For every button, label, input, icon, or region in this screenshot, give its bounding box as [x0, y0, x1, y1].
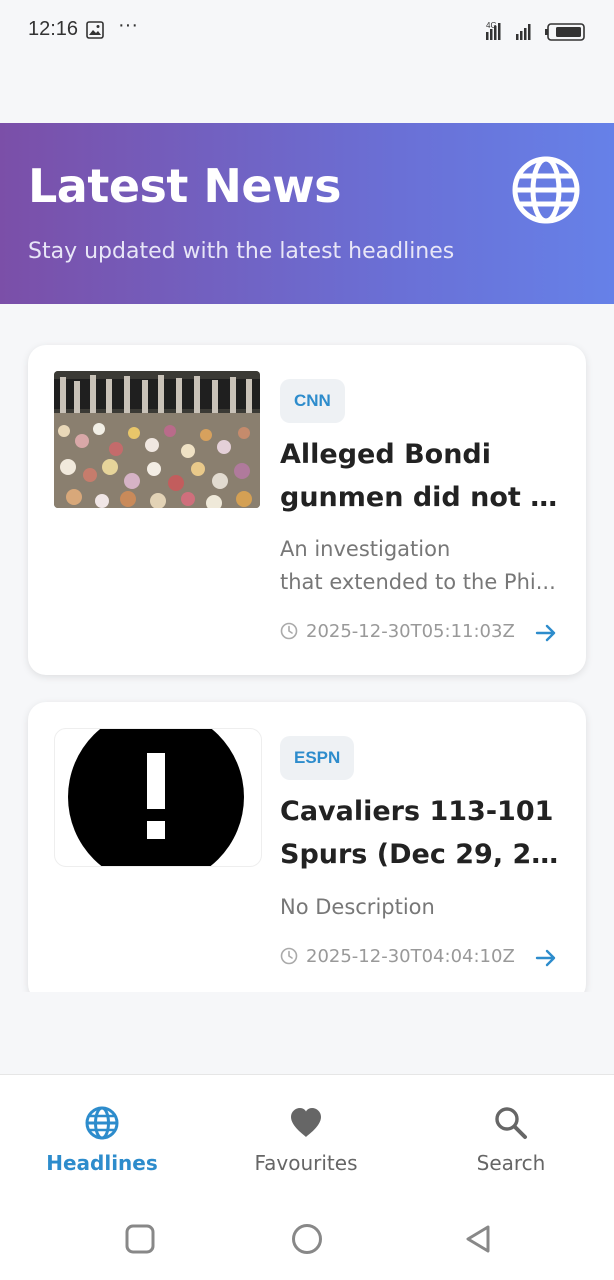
article-title-line: Spurs (Dec 29, 202...	[280, 839, 560, 870]
article-title-line: gunmen did not tr...	[280, 482, 560, 513]
heart-icon	[291, 1108, 321, 1137]
arrow-right-icon[interactable]	[534, 946, 558, 970]
system-navigation-bar	[0, 1198, 614, 1280]
article-title[interactable]: Alleged Bondi gunmen did not tr...	[280, 433, 560, 519]
recent-apps-icon[interactable]	[124, 1223, 156, 1255]
list-bottom-area	[0, 992, 614, 1074]
home-icon[interactable]	[291, 1223, 323, 1255]
back-icon[interactable]	[462, 1223, 494, 1255]
signal-battery-icons: 4G	[486, 21, 585, 41]
page-subtitle: Stay updated with the latest headlines	[28, 239, 455, 264]
more-notifications-icon: ···	[118, 14, 138, 36]
article-meta: 2025-12-30T05:11:03Z	[280, 617, 515, 645]
nav-label: Search	[476, 1151, 546, 1175]
clock-icon	[280, 622, 298, 640]
article-description-line: that extended to the Phi...	[280, 570, 556, 594]
nav-label: Favourites	[254, 1151, 358, 1175]
status-bar: 12:16 ··· 4G	[0, 0, 614, 62]
error-placeholder-icon	[68, 729, 244, 866]
nav-headlines[interactable]: Headlines	[22, 1105, 182, 1175]
article-timestamp: 2025-12-30T05:11:03Z	[306, 620, 515, 642]
nav-favourites[interactable]: Favourites	[226, 1105, 386, 1175]
bottom-navigation: Headlines Favourites Search	[0, 1074, 614, 1199]
article-title-line: Alleged Bondi	[280, 439, 492, 470]
article-description: An investigation that extended to the Ph…	[280, 533, 560, 599]
article-description: No Description	[280, 891, 560, 924]
gallery-notification-icon	[86, 21, 104, 39]
header-banner: Latest News Stay updated with the latest…	[0, 123, 614, 304]
arrow-right-icon[interactable]	[534, 621, 558, 645]
article-thumbnail	[54, 728, 262, 867]
globe-icon	[85, 1106, 119, 1140]
article-description-line: No Description	[280, 895, 435, 919]
nav-search[interactable]: Search	[431, 1105, 591, 1175]
clock-icon	[280, 947, 298, 965]
status-time: 12:16	[28, 18, 79, 40]
article-meta: 2025-12-30T04:04:10Z	[280, 942, 515, 970]
article-title-line: Cavaliers 113-101	[280, 796, 554, 827]
article-description-line: An investigation	[280, 537, 451, 561]
article-title[interactable]: Cavaliers 113-101 Spurs (Dec 29, 202...	[280, 790, 560, 876]
article-card[interactable]: ESPN Cavaliers 113-101 Spurs (Dec 29, 20…	[28, 702, 586, 1002]
source-badge: CNN	[280, 379, 345, 423]
flower-memorial-image	[54, 371, 260, 508]
article-card[interactable]: CNN Alleged Bondi gunmen did not tr... A…	[28, 345, 586, 675]
globe-icon	[512, 156, 580, 224]
source-badge: ESPN	[280, 736, 355, 780]
page-title: Latest News	[28, 159, 342, 213]
article-timestamp: 2025-12-30T04:04:10Z	[306, 945, 515, 967]
search-icon	[495, 1107, 527, 1139]
article-thumbnail	[54, 371, 260, 508]
nav-label: Headlines	[46, 1151, 158, 1175]
